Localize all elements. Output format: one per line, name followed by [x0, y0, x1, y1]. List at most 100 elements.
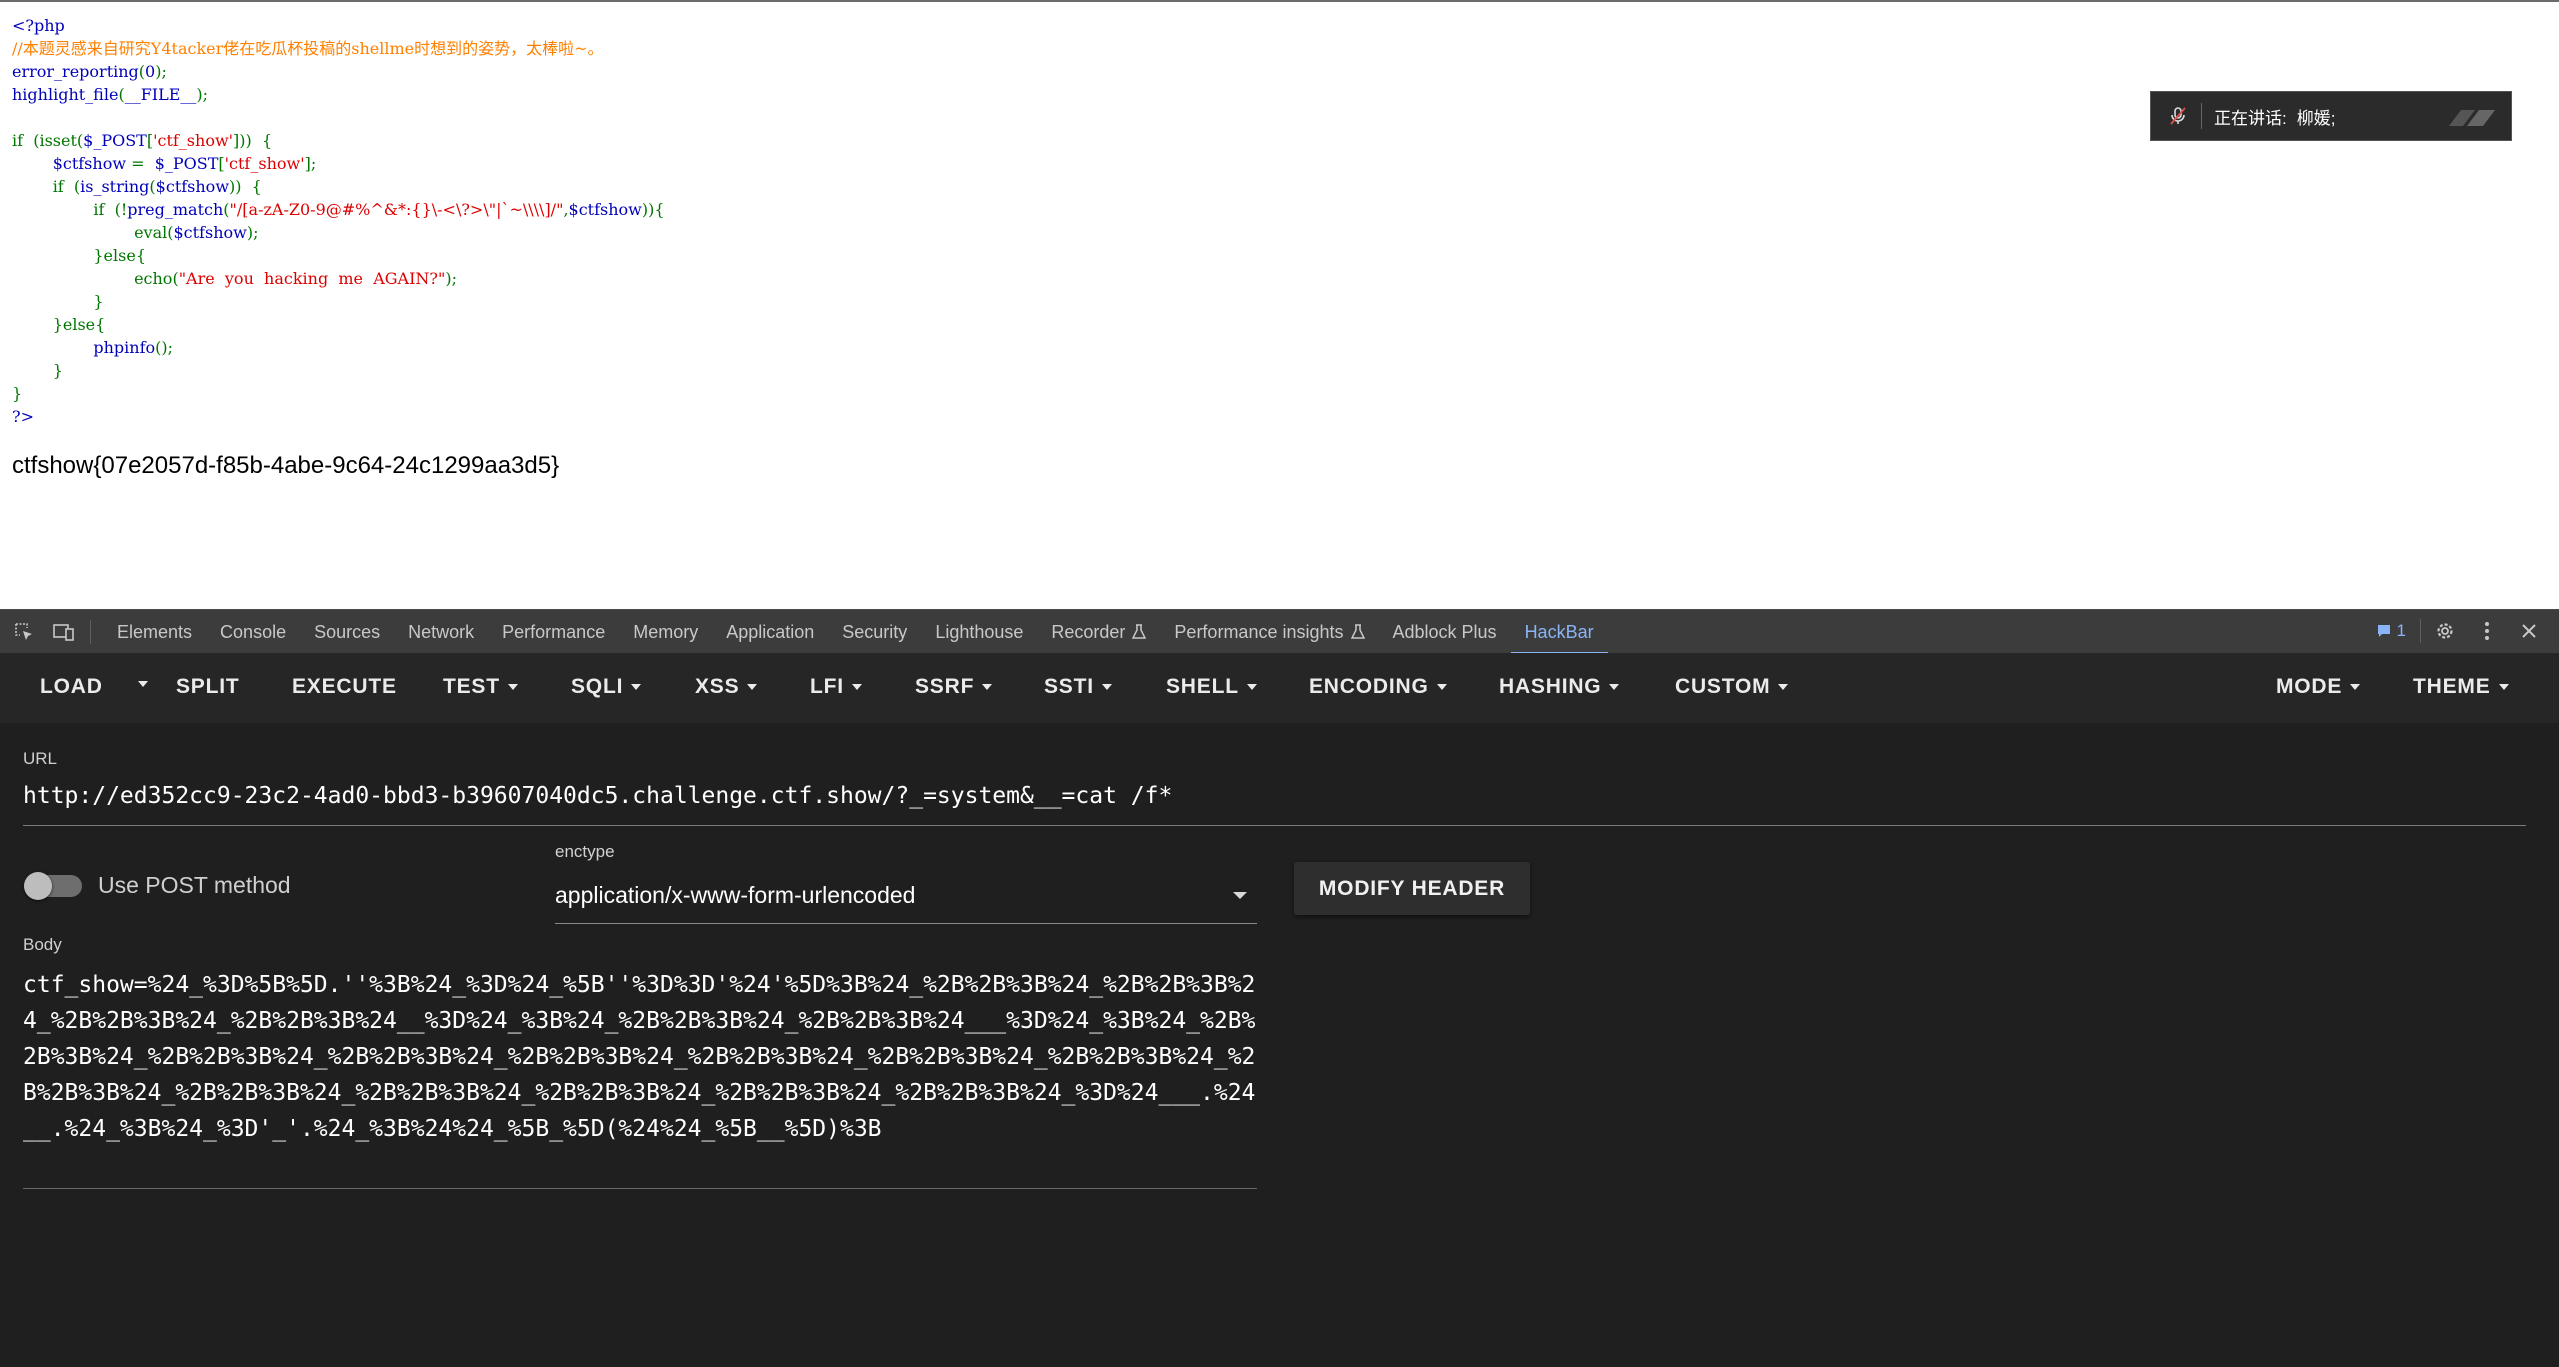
devtools-tab-label: Application — [726, 621, 815, 642]
code-token: )){ — [641, 200, 665, 219]
issues-count: 1 — [2396, 621, 2406, 640]
devtools-tab-adblock-plus[interactable]: Adblock Plus — [1379, 610, 1511, 654]
devtools-tab-security[interactable]: Security — [828, 610, 921, 654]
code-token: )) { — [229, 177, 262, 196]
chevron-down-icon — [1778, 684, 1789, 690]
experiment-flask-icon — [1350, 623, 1365, 639]
muted-mic-icon[interactable] — [2167, 105, 2189, 127]
code-token: ); — [196, 85, 209, 104]
code-token: "/[a-zA-Z0-9@#%^&*:{}\-<\?>\"|`~\\\\]/" — [229, 200, 564, 219]
devtools-tab-console[interactable]: Console — [206, 610, 300, 654]
code-token: (); — [155, 338, 174, 357]
devtools-tab-application[interactable]: Application — [712, 610, 828, 654]
chevron-down-icon — [507, 684, 518, 690]
code-token: ]; — [304, 154, 317, 173]
code-token: __FILE__ — [124, 85, 197, 104]
chevron-down-icon — [138, 681, 148, 687]
code-token: ); — [445, 269, 457, 288]
url-label: URL — [23, 749, 58, 768]
code-token: } — [12, 292, 104, 311]
custom-menu[interactable]: CUSTOM — [1675, 675, 1789, 699]
devtools-divider — [90, 619, 91, 644]
ssrf-menu[interactable]: SSRF — [915, 675, 993, 699]
devtools-tab-network[interactable]: Network — [394, 610, 488, 654]
lfi-menu[interactable]: LFI — [810, 675, 862, 699]
settings-gear-icon[interactable] — [2433, 619, 2457, 643]
devtools-tab-label: Sources — [314, 621, 381, 642]
ssti-menu[interactable]: SSTI — [1044, 675, 1112, 699]
code-token: $_POST — [154, 154, 219, 173]
devtools-tab-label: Performance insights — [1174, 621, 1344, 642]
issues-badge[interactable]: 1 — [2376, 621, 2406, 641]
body-textarea[interactable]: ctf_show=%24_%3D%5B%5D.''%3B%24_%3D%24_%… — [23, 967, 1258, 1147]
code-token: 'ctf_show' — [153, 131, 234, 150]
split-button[interactable]: SPLIT — [176, 675, 240, 699]
sqli-menu[interactable]: SQLI — [571, 675, 642, 699]
devtools-tabs: Elements Console Sources Network Performance… — [103, 610, 1608, 654]
flag-output: ctfshow{07e2057d-f85b-4abe-9c64-24c1299a… — [12, 452, 560, 479]
execute-button[interactable]: EXECUTE — [292, 675, 397, 699]
load-button[interactable]: LOAD — [40, 675, 103, 699]
test-menu[interactable]: TEST — [443, 675, 518, 699]
devtools-tab-label: Adblock Plus — [1392, 621, 1497, 642]
dropdown-arrow-icon — [1233, 892, 1247, 899]
enctype-select[interactable]: application/x-www-form-urlencoded — [555, 878, 1257, 924]
modify-header-button[interactable]: MODIFY HEADER — [1294, 862, 1530, 915]
load-dropdown-toggle[interactable] — [130, 681, 148, 687]
lfi-menu-label: LFI — [810, 675, 844, 698]
ssti-menu-label: SSTI — [1044, 675, 1094, 698]
code-token: }else{ — [12, 315, 106, 334]
devtools-tab-sources[interactable]: Sources — [300, 610, 394, 654]
devtools-tab-lighthouse[interactable]: Lighthouse — [921, 610, 1037, 654]
mode-menu[interactable]: MODE — [2276, 675, 2361, 699]
devtools-tab-label: Memory — [633, 621, 699, 642]
sqli-menu-label: SQLI — [571, 675, 624, 698]
code-token: preg_match — [127, 200, 224, 219]
chevron-down-icon — [1101, 684, 1112, 690]
code-token: = — [131, 154, 155, 173]
mode-menu-label: MODE — [2276, 675, 2343, 698]
url-input[interactable]: http://ed352cc9-23c2-4ad0-bbd3-b39607040… — [23, 783, 1172, 809]
post-method-toggle[interactable] — [24, 872, 82, 900]
hashing-menu[interactable]: HASHING — [1499, 675, 1620, 699]
hackbar-toolbar: LOAD SPLIT EXECUTE TEST SQLI XSS LFI SSR… — [0, 653, 2559, 723]
inspect-element-icon[interactable] — [12, 620, 36, 644]
code-token: highlight_file — [12, 85, 119, 104]
chevron-down-icon — [1436, 684, 1447, 690]
code-token: $ctfshow — [173, 223, 247, 242]
ssrf-menu-label: SSRF — [915, 675, 975, 698]
device-toolbar-icon[interactable] — [52, 620, 76, 644]
devtools-right-controls: 1 — [2376, 610, 2559, 652]
more-options-icon[interactable] — [2475, 619, 2499, 643]
code-token: eval — [134, 223, 168, 242]
devtools-tab-recorder[interactable]: Recorder — [1037, 610, 1160, 654]
close-devtools-icon[interactable] — [2517, 619, 2541, 643]
code-token: ); — [155, 62, 167, 81]
encoding-menu[interactable]: ENCODING — [1309, 675, 1447, 699]
devtools-tab-label: Lighthouse — [935, 621, 1024, 642]
devtools-tab-memory[interactable]: Memory — [619, 610, 712, 654]
code-token: $_POST — [83, 131, 147, 150]
devtools-tab-hackbar[interactable]: HackBar — [1510, 610, 1608, 654]
custom-menu-label: CUSTOM — [1675, 675, 1771, 698]
code-token: if (isset( — [12, 131, 84, 150]
devtools-tab-performance-insights[interactable]: Performance insights — [1160, 610, 1378, 654]
code-token: if (! — [12, 200, 128, 219]
chevron-down-icon — [982, 684, 993, 690]
devtools-tab-elements[interactable]: Elements — [103, 610, 206, 654]
theme-menu[interactable]: THEME — [2413, 675, 2509, 699]
code-token: } — [12, 361, 63, 380]
xss-menu[interactable]: XSS — [695, 675, 758, 699]
chevron-down-icon — [2350, 684, 2361, 690]
shell-menu[interactable]: SHELL — [1166, 675, 1257, 699]
chevron-down-icon — [851, 684, 862, 690]
body-underline — [23, 1188, 1257, 1189]
message-icon — [2377, 625, 2390, 637]
code-token: ); — [246, 223, 259, 242]
experiment-flask-icon — [1132, 623, 1147, 639]
code-token: phpinfo — [93, 338, 156, 357]
devtools-tab-performance[interactable]: Performance — [488, 610, 619, 654]
